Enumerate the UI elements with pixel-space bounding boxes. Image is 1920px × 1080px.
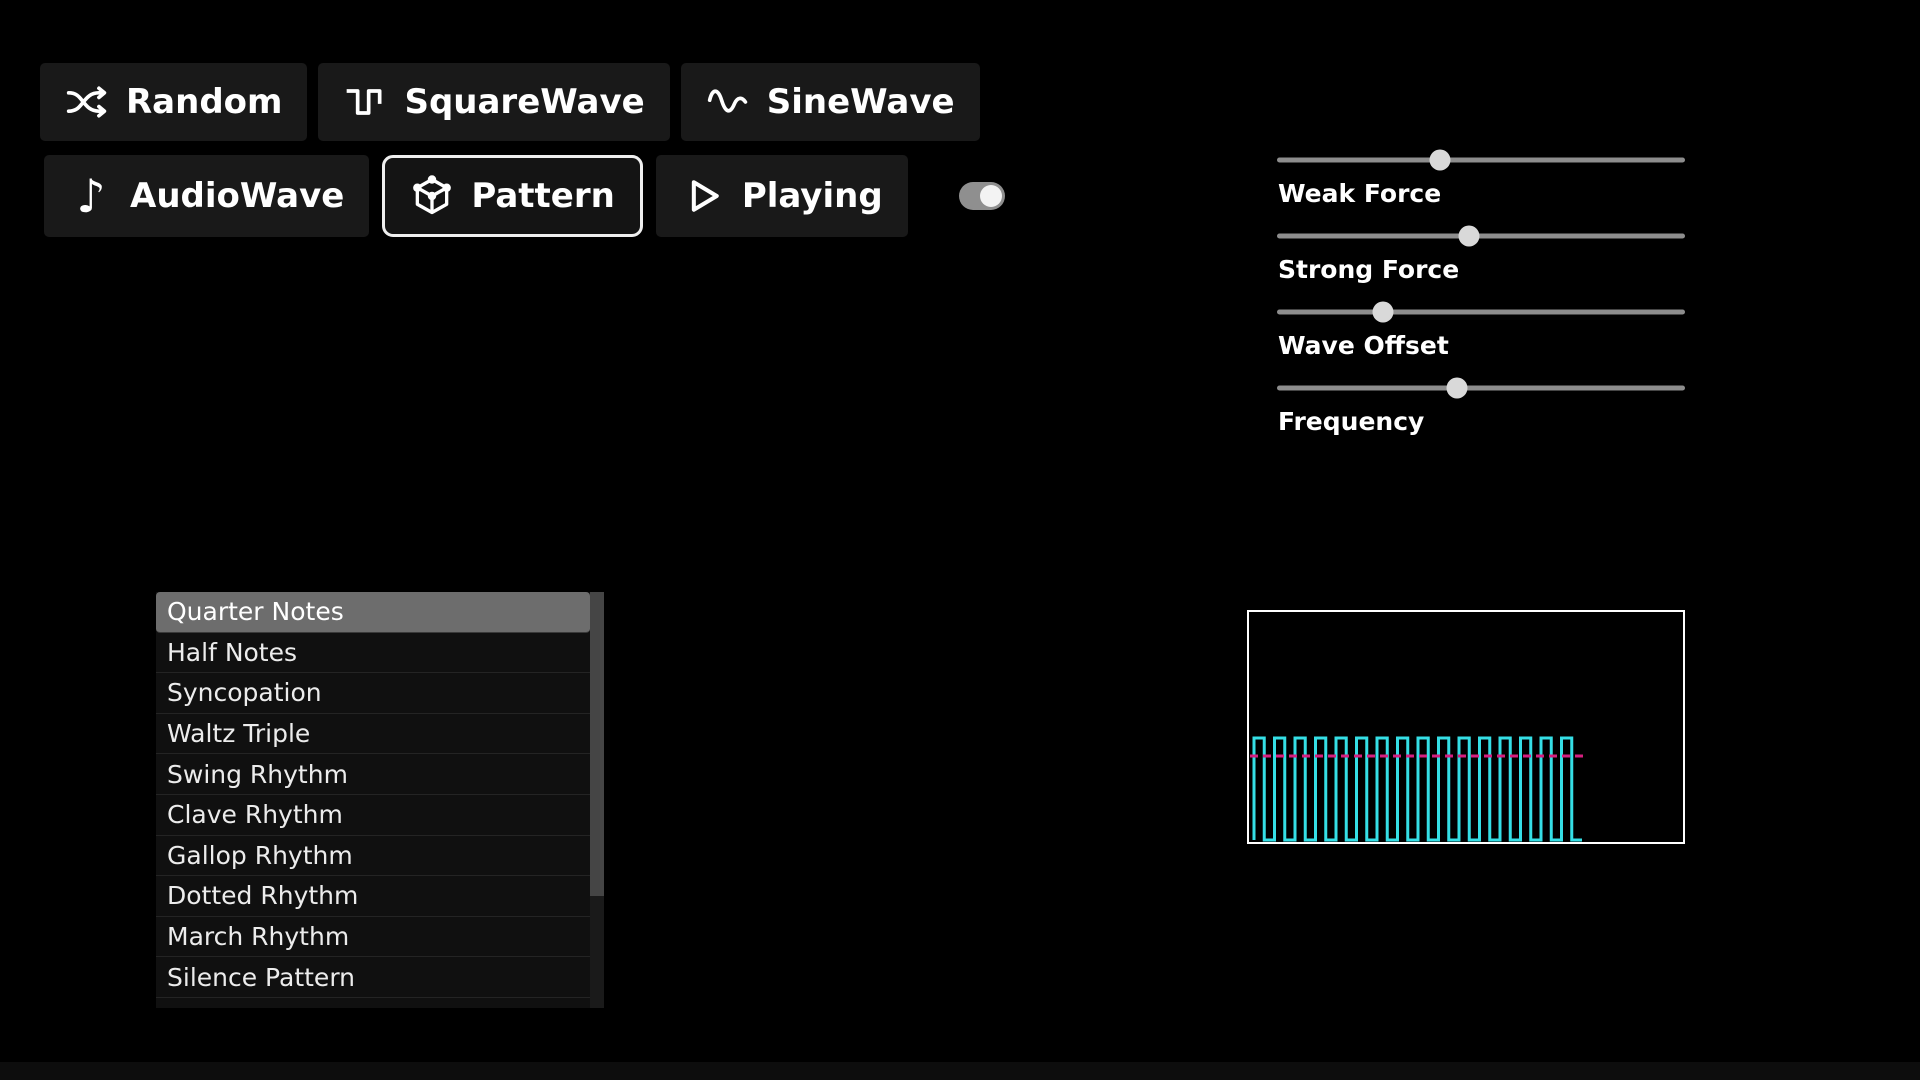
audiowave-button[interactable]: ♪ AudioWave: [44, 155, 369, 237]
music-note-icon: ♪: [69, 174, 113, 218]
list-item-label: Half Notes: [167, 638, 297, 667]
frequency-slider[interactable]: [1277, 374, 1685, 402]
pattern-list: Quarter Notes Half Notes Syncopation Waltz …: [156, 592, 604, 1008]
app-window: Random SquareWave SineWave ♪ AudioWave: [0, 0, 1920, 1080]
slider-thumb[interactable]: [1458, 226, 1479, 247]
sinewave-button-label: SineWave: [767, 82, 955, 122]
list-item[interactable]: Half Notes: [156, 633, 590, 674]
wave-offset-slider[interactable]: [1277, 298, 1685, 326]
strong-force-group: Strong Force: [1277, 222, 1685, 285]
weak-force-label: Weak Force: [1278, 179, 1685, 209]
toggle-knob: [980, 185, 1002, 207]
pattern-button-label: Pattern: [471, 176, 615, 216]
sinewave-button[interactable]: SineWave: [681, 63, 980, 141]
audiowave-button-label: AudioWave: [130, 176, 344, 216]
list-item[interactable]: Syncopation: [156, 673, 590, 714]
pattern-list-items: Quarter Notes Half Notes Syncopation Waltz …: [156, 592, 590, 1008]
list-scrollbar[interactable]: [590, 592, 604, 1008]
list-item[interactable]: Gallop Rhythm: [156, 836, 590, 877]
list-item-label: Dotted Rhythm: [167, 881, 358, 910]
list-item[interactable]: Silence Pattern: [156, 957, 590, 998]
play-icon: [681, 174, 725, 218]
slider-panel: Weak Force Strong Force Wave Offset Freq…: [1277, 146, 1685, 450]
waveform-canvas: [1249, 612, 1683, 842]
playing-button[interactable]: Playing: [656, 155, 908, 237]
wave-offset-group: Wave Offset: [1277, 298, 1685, 361]
cube-icon: [410, 174, 454, 218]
slider-track[interactable]: [1277, 234, 1685, 239]
list-item-label: Syncopation: [167, 678, 322, 707]
squarewave-button-label: SquareWave: [404, 82, 644, 122]
random-button-label: Random: [126, 82, 282, 122]
weak-force-slider[interactable]: [1277, 146, 1685, 174]
weak-force-group: Weak Force: [1277, 146, 1685, 209]
toolbar-row-2: ♪ AudioWave Pattern Playing: [44, 155, 1005, 237]
strong-force-label: Strong Force: [1278, 255, 1685, 285]
pattern-button[interactable]: Pattern: [382, 155, 643, 237]
frequency-label: Frequency: [1278, 407, 1685, 437]
sinewave-icon: [706, 80, 750, 124]
list-item[interactable]: Swing Rhythm: [156, 754, 590, 795]
list-item-label: March Rhythm: [167, 922, 349, 951]
slider-thumb[interactable]: [1446, 378, 1467, 399]
list-item-label: Quarter Notes: [167, 597, 344, 626]
list-item[interactable]: Clave Rhythm: [156, 795, 590, 836]
slider-thumb[interactable]: [1373, 302, 1394, 323]
list-scrollbar-thumb[interactable]: [590, 592, 604, 896]
squarewave-icon: [343, 80, 387, 124]
list-item[interactable]: March Rhythm: [156, 917, 590, 958]
waveform-display: [1247, 610, 1685, 844]
list-item-label: Waltz Triple: [167, 719, 310, 748]
bottom-strip: [0, 1062, 1920, 1080]
toolbar-row-1: Random SquareWave SineWave: [40, 63, 980, 141]
strong-force-slider[interactable]: [1277, 222, 1685, 250]
random-button[interactable]: Random: [40, 63, 307, 141]
square-wave-trace: [1254, 738, 1582, 840]
wave-offset-label: Wave Offset: [1278, 331, 1685, 361]
slider-track[interactable]: [1277, 158, 1685, 163]
list-item-label: Gallop Rhythm: [167, 841, 353, 870]
list-item[interactable]: Quarter Notes: [156, 592, 590, 633]
list-item[interactable]: Waltz Triple: [156, 714, 590, 755]
slider-track[interactable]: [1277, 386, 1685, 391]
shuffle-icon: [65, 80, 109, 124]
slider-thumb[interactable]: [1430, 150, 1451, 171]
frequency-group: Frequency: [1277, 374, 1685, 437]
squarewave-button[interactable]: SquareWave: [318, 63, 669, 141]
playing-toggle[interactable]: [959, 182, 1005, 210]
slider-track[interactable]: [1277, 310, 1685, 315]
list-item-label: Silence Pattern: [167, 963, 355, 992]
list-item-label: Swing Rhythm: [167, 760, 348, 789]
list-item-label: Clave Rhythm: [167, 800, 343, 829]
list-item[interactable]: Dotted Rhythm: [156, 876, 590, 917]
playing-button-label: Playing: [742, 176, 883, 216]
